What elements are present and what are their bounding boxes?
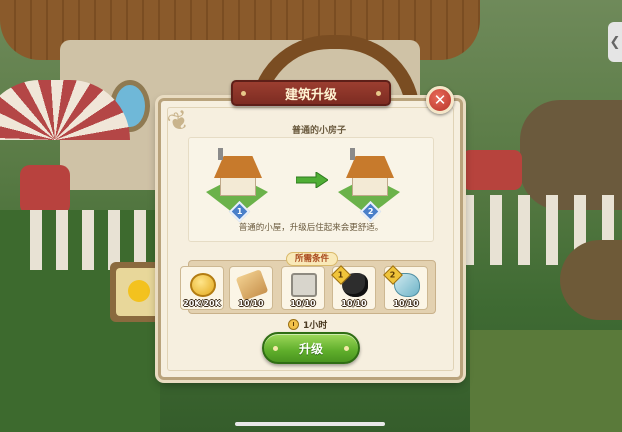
wood-plank-icon xyxy=(235,269,269,301)
requirement-count: 10/10 xyxy=(290,299,316,308)
upgrade-time: 1小时 xyxy=(288,318,328,331)
building-name: 普通的小房子 xyxy=(291,126,346,136)
terrace-right xyxy=(470,330,622,432)
requirements-label: 所需条件 xyxy=(286,252,338,266)
requirement-count: 20K/20K xyxy=(183,299,221,308)
red-chair xyxy=(20,165,70,215)
stone-block-icon xyxy=(291,273,317,297)
close-icon: ✕ xyxy=(433,91,447,109)
requirement-count: 10/10 xyxy=(341,299,367,308)
chick-icon xyxy=(128,280,150,302)
requirement-count: 10/10 xyxy=(393,299,419,308)
dialog-title: 建筑升级 xyxy=(231,80,391,106)
coin-icon xyxy=(190,273,216,297)
white-fence-left xyxy=(30,210,160,270)
requirement-slot-coin[interactable]: 20K/20K xyxy=(180,266,224,310)
requirement-slot-stone[interactable]: 10/10 xyxy=(281,266,325,310)
requirement-count: 10/10 xyxy=(238,299,264,308)
building-description: 普通的小屋，升级后住起来会更舒适。 xyxy=(238,223,384,233)
requirement-slot-crystal[interactable]: 2 10/10 xyxy=(383,265,428,310)
red-mailbox xyxy=(462,150,522,190)
requirement-slot-wood[interactable]: 10/10 xyxy=(229,266,273,310)
side-expand-tab[interactable]: ❮ xyxy=(608,22,622,62)
close-button[interactable]: ✕ xyxy=(426,86,454,114)
arrow-right-icon xyxy=(296,172,328,188)
hay-roof-right xyxy=(520,100,622,210)
requirement-slot-coal[interactable]: 1 10/10 xyxy=(331,265,376,310)
chevron-left-icon: ❮ xyxy=(609,34,621,50)
upgrade-button[interactable]: 升级 xyxy=(262,332,360,364)
time-text: 1小时 xyxy=(303,320,328,331)
home-indicator xyxy=(235,422,385,426)
clock-icon xyxy=(288,318,299,330)
